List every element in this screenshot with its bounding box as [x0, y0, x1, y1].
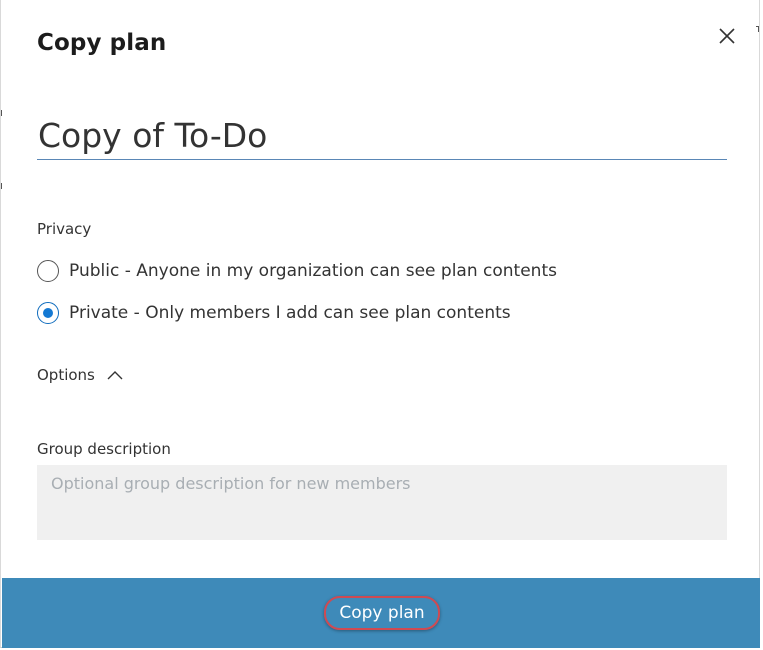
chevron-up-icon: [107, 370, 123, 380]
radio-button-private[interactable]: [37, 302, 59, 324]
copy-plan-button[interactable]: Copy plan: [324, 596, 440, 630]
privacy-option-public[interactable]: Public - Anyone in my organization can s…: [37, 260, 557, 282]
close-button[interactable]: [713, 22, 741, 50]
options-toggle[interactable]: Options: [37, 366, 123, 384]
group-description-label: Group description: [37, 440, 171, 458]
options-label: Options: [37, 366, 95, 384]
plan-name-input[interactable]: [37, 112, 727, 159]
radio-selected-dot: [43, 308, 53, 318]
copy-plan-dialog: Copy plan Privacy Public - Anyone in my …: [0, 0, 760, 648]
group-description-input[interactable]: [37, 465, 727, 540]
plan-name-field: [37, 112, 727, 160]
privacy-option-private[interactable]: Private - Only members I add can see pla…: [37, 302, 511, 324]
background-edge-mark: [756, 26, 759, 32]
privacy-label: Privacy: [37, 220, 92, 238]
background-edge-mark: [1, 183, 2, 189]
dialog-title: Copy plan: [37, 30, 167, 56]
dialog-footer: Copy plan: [2, 578, 760, 648]
close-icon: [719, 28, 735, 44]
background-edge-mark: [1, 110, 2, 116]
privacy-option-private-label: Private - Only members I add can see pla…: [69, 303, 511, 323]
radio-button-public[interactable]: [37, 260, 59, 282]
privacy-option-public-label: Public - Anyone in my organization can s…: [69, 261, 557, 281]
